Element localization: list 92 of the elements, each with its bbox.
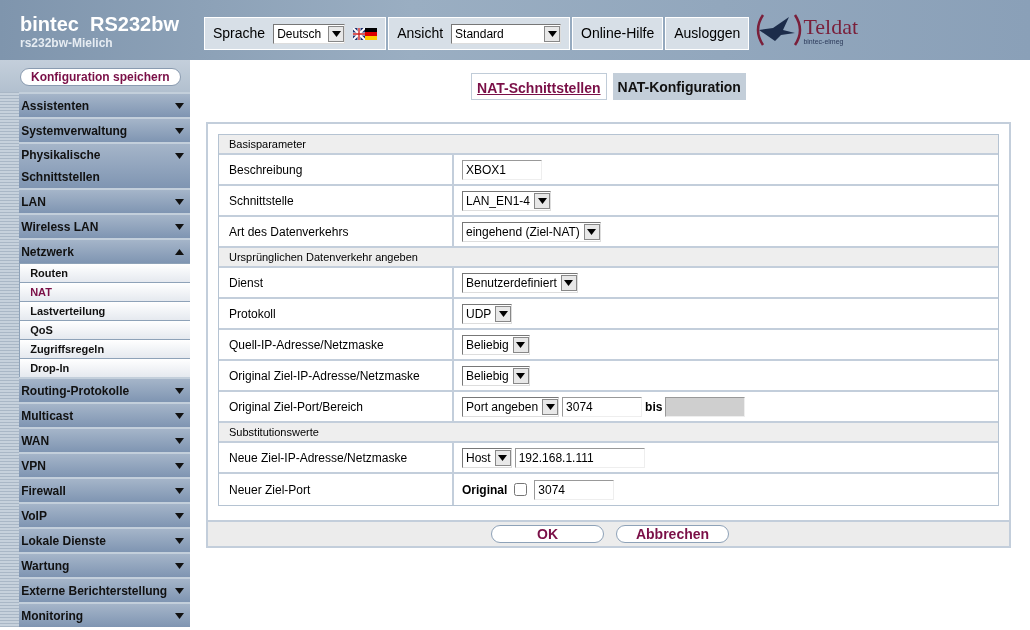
save-button[interactable]: Konfiguration speichern (20, 68, 181, 86)
language-select[interactable]: Deutsch (273, 23, 346, 44)
sidebar-item[interactable]: LAN (19, 188, 190, 213)
sidebar-item[interactable]: Wartung (19, 552, 190, 577)
caret-down-icon (175, 413, 184, 419)
device-title: bintec RS232bw (20, 14, 180, 34)
caret-down-icon (175, 199, 184, 205)
select-field[interactable]: Benutzerdefiniert (462, 272, 578, 293)
language-label: Sprache (213, 24, 266, 43)
sidebar-item[interactable]: Wireless LAN (19, 213, 190, 238)
select-field[interactable]: LAN_EN1-4 (462, 190, 552, 211)
sidebar-item[interactable]: VPN (19, 452, 190, 477)
field-label: Beschreibung (219, 155, 454, 184)
section-header: Basisparameter (219, 135, 998, 155)
caret-up-icon (175, 249, 184, 255)
caret-down-icon (175, 563, 184, 569)
field-label: Dienst (219, 268, 454, 297)
select-field[interactable]: Host (462, 447, 512, 468)
caret-down-icon (175, 438, 184, 444)
input-field[interactable]: 3074 (562, 396, 643, 417)
field-label: Art des Datenverkehrs (219, 217, 454, 246)
input-field[interactable]: 192.168.1.111 (514, 447, 645, 468)
select-field[interactable]: Port angeben (462, 396, 560, 417)
caret-down-icon (175, 538, 184, 544)
sidebar-subitem[interactable]: Lastverteilung (19, 301, 190, 320)
sidebar-item[interactable]: Physikalische Schnittstellen (19, 142, 190, 188)
select-field[interactable]: Beliebig (462, 334, 530, 355)
select-field[interactable]: Beliebig (462, 365, 530, 386)
sidebar-item[interactable]: WAN (19, 427, 190, 452)
caret-down-icon (175, 588, 184, 594)
form-button[interactable]: Abbrechen (616, 525, 729, 543)
caret-down-icon (175, 513, 184, 519)
caret-down-icon (537, 197, 547, 204)
input-field[interactable]: XBOX1 (462, 159, 542, 180)
sidebar-subitem[interactable]: NAT (19, 282, 190, 301)
flag-icon[interactable] (353, 27, 378, 40)
sidebar-subitem[interactable]: Zugriffsregeln (19, 339, 190, 358)
field-label: Neuer Ziel-Port (219, 474, 454, 505)
caret-down-icon (175, 103, 184, 109)
sidebar-item[interactable]: VoIP (19, 502, 190, 527)
sidebar-item[interactable]: Monitoring (19, 602, 190, 627)
sidebar-item[interactable]: Routing-Protokolle (19, 377, 190, 402)
caret-down-icon (498, 310, 508, 317)
caret-down-icon (175, 153, 184, 159)
caret-down-icon (175, 388, 184, 394)
sidebar-item[interactable]: Externe Berichterstellung (19, 577, 190, 602)
caret-down-icon (587, 228, 597, 235)
sidebar-subitem[interactable]: Routen (19, 263, 190, 282)
section-header: Substitutionswerte (219, 423, 998, 443)
view-select[interactable]: Standard (451, 23, 562, 44)
field-text: Original (462, 481, 508, 499)
caret-down-icon (498, 454, 508, 461)
sidebar-item[interactable]: Netzwerk (19, 238, 190, 263)
section-header: Ursprünglichen Datenverkehr angeben (219, 248, 998, 268)
caret-down-icon (516, 341, 526, 348)
sidebar-subitem[interactable]: Drop-In (19, 358, 190, 377)
device-name: rs232bw-Mielich (20, 35, 114, 52)
field-label: Quell-IP-Adresse/Netzmaske (219, 330, 454, 359)
select-field[interactable]: eingehend (Ziel-NAT) (462, 221, 601, 242)
bird-logo-icon (755, 13, 804, 47)
tab[interactable]: NAT-Konfiguration (612, 73, 746, 100)
sidebar-item[interactable]: Assistenten (19, 92, 190, 117)
field-text: bis (645, 398, 663, 416)
caret-down-icon (175, 128, 184, 134)
caret-down-icon (564, 279, 574, 286)
logo-name: Teldat (803, 15, 859, 38)
sidebar-item[interactable]: Systemverwaltung (19, 117, 190, 142)
caret-down-icon (331, 30, 341, 37)
field-label: Original Ziel-IP-Adresse/Netzmaske (219, 361, 454, 390)
field-label: Original Ziel-Port/Bereich (219, 392, 454, 421)
sidebar-subitem[interactable]: QoS (19, 320, 190, 339)
field-label: Schnittstelle (219, 186, 454, 215)
caret-down-icon (545, 403, 555, 410)
header-button[interactable]: Online-Hilfe (572, 17, 664, 50)
view-label: Ansicht (397, 24, 444, 43)
form-button[interactable]: OK (491, 525, 604, 543)
caret-down-icon (175, 224, 184, 230)
caret-down-icon (175, 613, 184, 619)
header-button[interactable]: Ausloggen (665, 17, 750, 50)
sidebar-item[interactable]: Firewall (19, 477, 190, 502)
input-field[interactable]: 3074 (534, 479, 615, 500)
caret-down-icon (175, 488, 184, 494)
select-field[interactable]: UDP (462, 303, 513, 324)
field-label: Neue Ziel-IP-Adresse/Netzmaske (219, 443, 454, 472)
caret-down-icon (516, 372, 526, 379)
field-label: Protokoll (219, 299, 454, 328)
tab[interactable]: NAT-Schnittstellen (471, 73, 607, 100)
checkbox[interactable] (514, 483, 528, 496)
caret-down-icon (175, 463, 184, 469)
sidebar-item[interactable]: Multicast (19, 402, 190, 427)
caret-down-icon (547, 30, 557, 37)
sidebar-item[interactable]: Lokale Dienste (19, 527, 190, 552)
